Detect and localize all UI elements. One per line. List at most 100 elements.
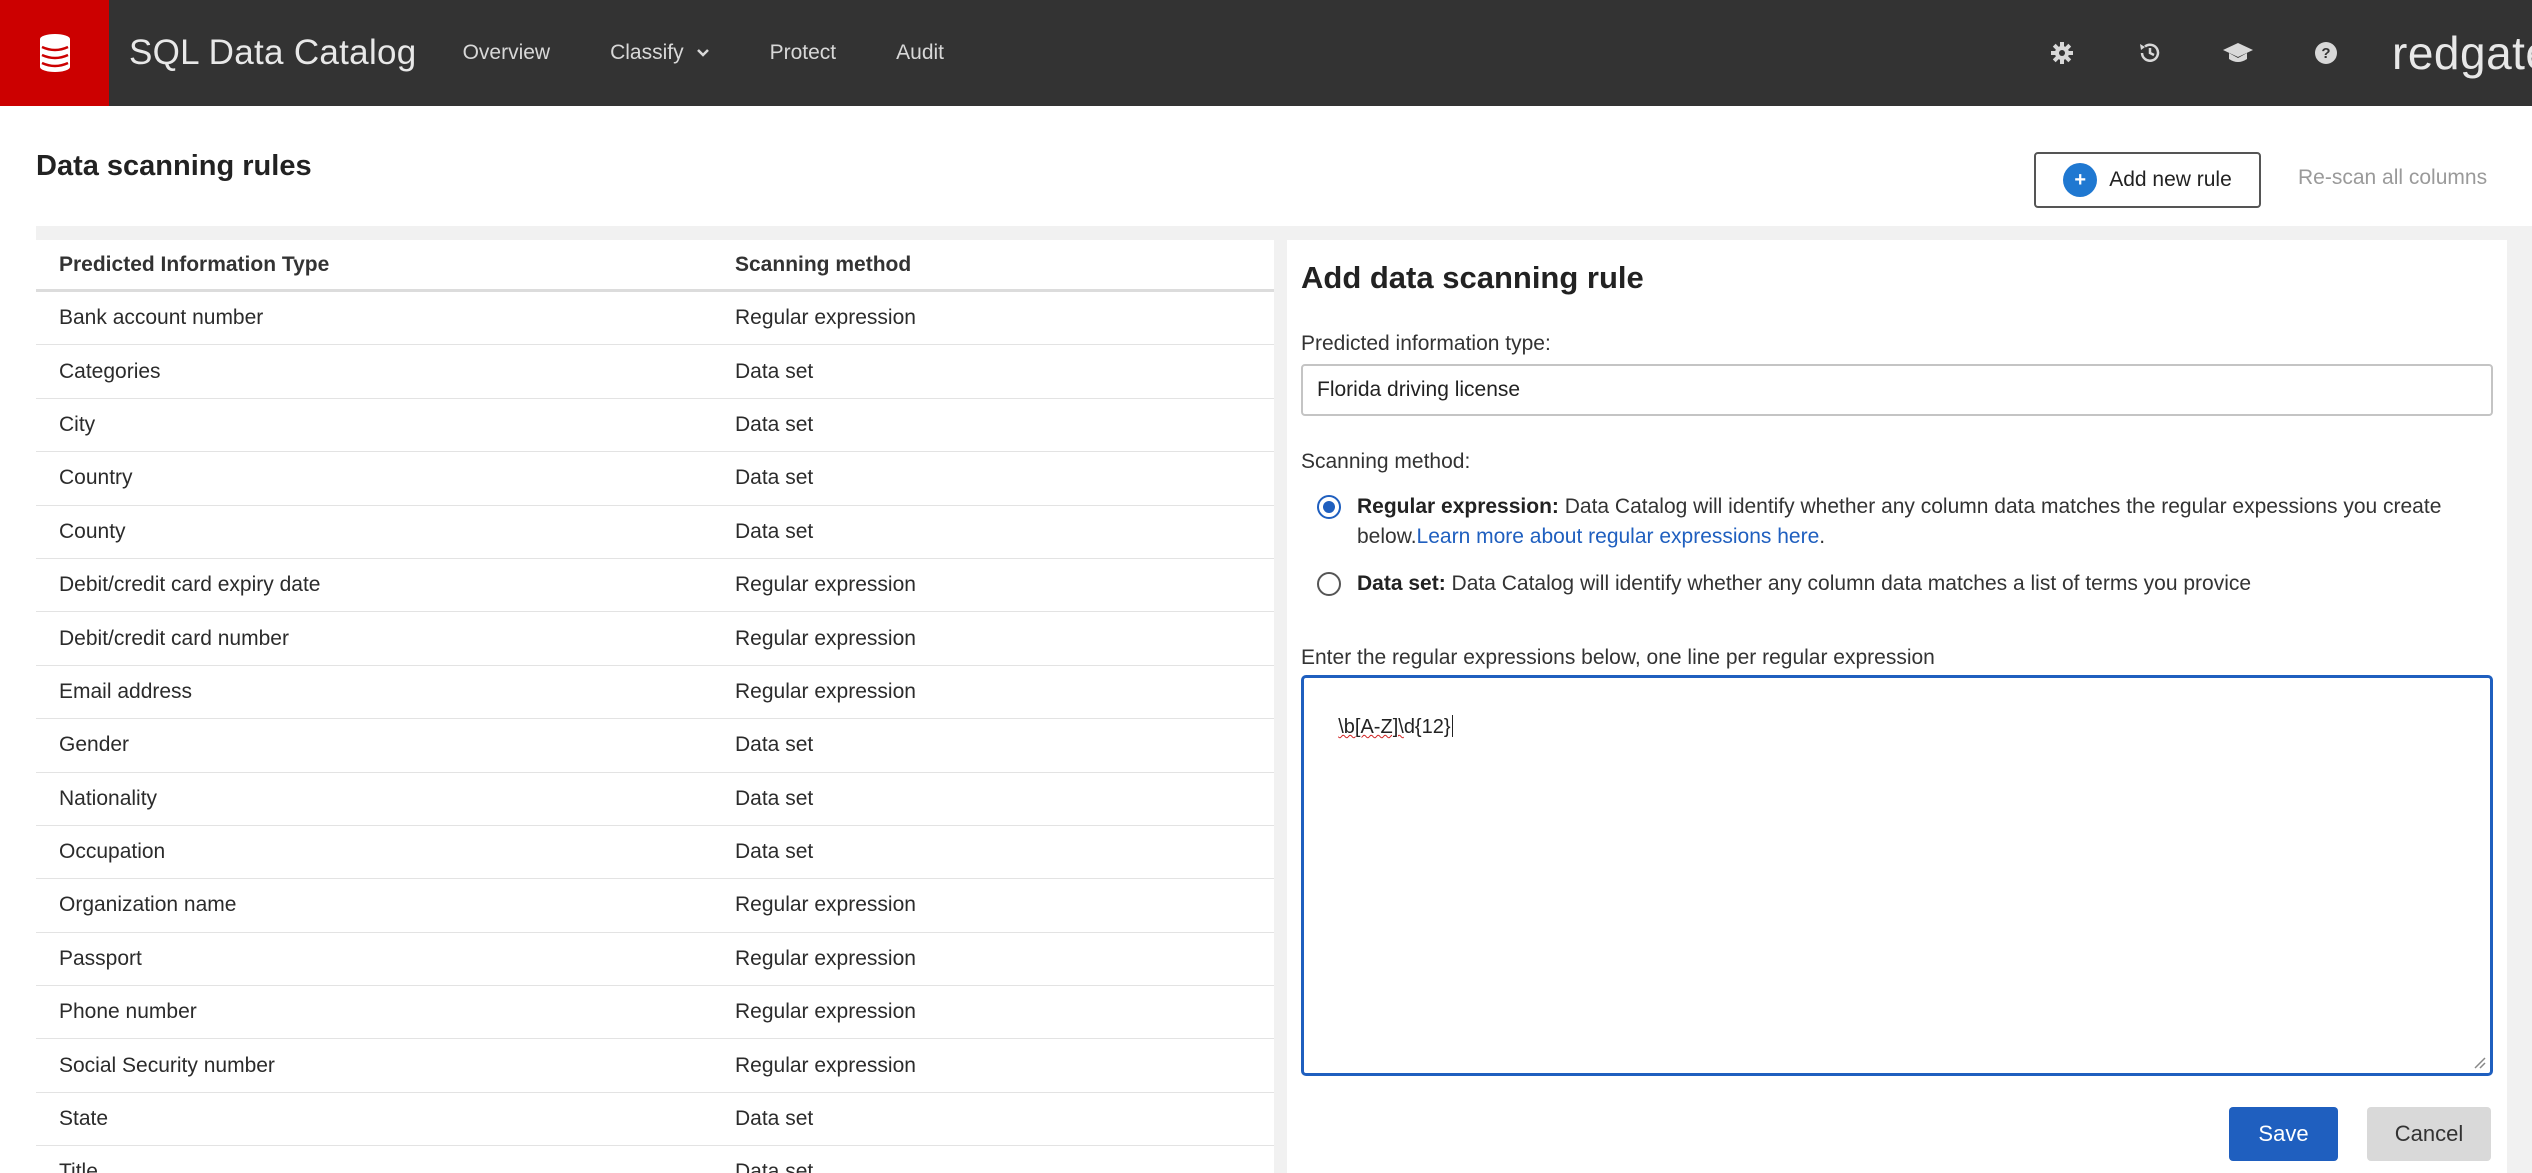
row-scanning-method: Data set bbox=[735, 519, 814, 543]
rules-table: Predicted Information Type Scanning meth… bbox=[36, 240, 1274, 1173]
table-row[interactable]: Nationality Data set bbox=[36, 773, 1274, 826]
row-scanning-method: Data set bbox=[735, 840, 814, 864]
row-information-type: Debit/credit card number bbox=[59, 626, 289, 650]
table-row[interactable]: Debit/credit card expiry date Regular exp… bbox=[36, 559, 1274, 613]
svg-text:?: ? bbox=[2321, 45, 2330, 62]
learning-button[interactable] bbox=[2194, 0, 2282, 106]
row-scanning-method: Data set bbox=[735, 466, 814, 490]
row-information-type: City bbox=[59, 412, 96, 436]
table-row[interactable]: Phone number Regular expression bbox=[36, 986, 1274, 1040]
row-information-type: Social Security number bbox=[59, 1053, 275, 1077]
regex-help-link[interactable]: Learn more about regular expressions her… bbox=[1417, 525, 1820, 548]
regex-text-misspelled: \b[A-Z]\ bbox=[1338, 716, 1404, 738]
dataset-option[interactable]: Data set: Data Catalog will identify whe… bbox=[1317, 569, 2477, 599]
row-information-type: Passport bbox=[59, 946, 142, 970]
table-row[interactable]: Categories Data set bbox=[36, 345, 1274, 399]
regex-link-suffix: . bbox=[1819, 525, 1826, 548]
add-new-rule-label: Add new rule bbox=[2109, 168, 2232, 191]
table-row[interactable]: County Data set bbox=[36, 506, 1274, 559]
regex-input-label: Enter the regular expressions below, one… bbox=[1301, 646, 1935, 669]
row-information-type: Categories bbox=[59, 359, 161, 383]
column-header-method[interactable]: Scanning method bbox=[732, 253, 1274, 277]
table-row[interactable]: Email address Regular expression bbox=[36, 666, 1274, 720]
table-row[interactable]: Social Security number Regular expression bbox=[36, 1039, 1274, 1093]
dataset-radio[interactable] bbox=[1317, 572, 1341, 596]
resize-grip-icon[interactable] bbox=[2470, 1053, 2486, 1069]
nav-audit-label: Audit bbox=[896, 41, 945, 64]
row-information-type: Gender bbox=[59, 733, 130, 757]
row-information-type: Title bbox=[59, 1160, 98, 1173]
table-row[interactable]: Passport Regular expression bbox=[36, 933, 1274, 987]
row-information-type: Email address bbox=[59, 679, 193, 703]
table-row[interactable]: Gender Data set bbox=[36, 719, 1274, 773]
nav-classify[interactable]: Classify bbox=[610, 41, 710, 65]
regex-textarea[interactable]: \b[A-Z]\d{12} bbox=[1301, 675, 2493, 1076]
rescan-all-columns-button[interactable]: Re-scan all columns bbox=[2298, 166, 2487, 190]
dataset-option-title: Data set: bbox=[1357, 572, 1446, 595]
top-navigation-bar: SQL Data Catalog Overview Classify Prote… bbox=[0, 0, 2532, 106]
history-button[interactable] bbox=[2106, 0, 2194, 106]
row-scanning-method: Data set bbox=[735, 786, 814, 810]
add-rule-form: Add data scanning rule Predicted informa… bbox=[1287, 240, 2507, 1173]
row-scanning-method: Regular expression bbox=[735, 626, 916, 650]
type-label: Predicted information type: bbox=[1301, 332, 1551, 355]
regex-option[interactable]: Regular expression: Data Catalog will id… bbox=[1317, 492, 2477, 552]
table-row[interactable]: Country Data set bbox=[36, 452, 1274, 506]
form-title: Add data scanning rule bbox=[1301, 260, 1644, 295]
table-row[interactable]: Bank account number Regular expression bbox=[36, 292, 1274, 346]
help-button[interactable]: ? bbox=[2282, 0, 2370, 106]
table-row[interactable]: City Data set bbox=[36, 399, 1274, 453]
table-row[interactable]: Organization name Regular expression bbox=[36, 879, 1274, 933]
nav-overview-label: Overview bbox=[462, 41, 551, 64]
cancel-button[interactable]: Cancel bbox=[2367, 1107, 2491, 1161]
app-logo[interactable] bbox=[0, 0, 109, 106]
settings-button[interactable] bbox=[2018, 0, 2106, 106]
nav-audit[interactable]: Audit bbox=[896, 41, 944, 65]
table-body: Bank account number Regular expression Cat… bbox=[36, 292, 1274, 1173]
graduation-cap-icon bbox=[2223, 43, 2253, 62]
row-scanning-method: Regular expression bbox=[735, 1000, 916, 1024]
row-information-type: Country bbox=[59, 466, 133, 490]
row-information-type: Organization name bbox=[59, 893, 237, 917]
table-row[interactable]: Title Data set bbox=[36, 1146, 1274, 1173]
row-scanning-method: Data set bbox=[735, 359, 814, 383]
history-icon bbox=[2140, 43, 2160, 62]
regex-option-text: Regular expression: Data Catalog will id… bbox=[1357, 492, 2477, 552]
text-caret bbox=[1451, 715, 1453, 737]
app-title[interactable]: SQL Data Catalog bbox=[129, 33, 417, 73]
row-scanning-method: Regular expression bbox=[735, 573, 916, 597]
row-information-type: Phone number bbox=[59, 1000, 197, 1024]
row-scanning-method: Data set bbox=[735, 1107, 814, 1131]
regex-text: d{12} bbox=[1403, 716, 1451, 738]
row-information-type: Nationality bbox=[59, 786, 158, 810]
save-button[interactable]: Save bbox=[2229, 1107, 2338, 1161]
main-nav: Overview Classify Protect Audit bbox=[463, 41, 1004, 65]
row-information-type: Debit/credit card expiry date bbox=[59, 573, 321, 597]
gear-icon bbox=[2051, 42, 2073, 64]
row-scanning-method: Regular expression bbox=[735, 679, 916, 703]
column-header-type[interactable]: Predicted Information Type bbox=[36, 253, 732, 277]
row-information-type: County bbox=[59, 519, 126, 543]
nav-overview[interactable]: Overview bbox=[463, 41, 551, 65]
redgate-logo[interactable]: redgate bbox=[2392, 26, 2532, 80]
database-icon bbox=[39, 34, 70, 72]
row-scanning-method: Regular expression bbox=[735, 893, 916, 917]
table-header: Predicted Information Type Scanning meth… bbox=[36, 240, 1274, 292]
row-scanning-method: Regular expression bbox=[735, 306, 916, 330]
row-scanning-method: Data set bbox=[735, 412, 814, 436]
add-new-rule-button[interactable]: + Add new rule bbox=[2034, 152, 2261, 208]
table-row[interactable]: Debit/credit card number Regular expressi… bbox=[36, 612, 1274, 666]
nav-protect[interactable]: Protect bbox=[770, 41, 837, 65]
row-information-type: State bbox=[59, 1107, 109, 1131]
nav-protect-label: Protect bbox=[769, 41, 837, 64]
regex-option-title: Regular expression: bbox=[1357, 495, 1559, 518]
table-row[interactable]: State Data set bbox=[36, 1093, 1274, 1147]
predicted-type-input[interactable] bbox=[1301, 364, 2493, 416]
row-scanning-method: Data set bbox=[735, 733, 814, 757]
dataset-option-description: Data Catalog will identify whether any c… bbox=[1445, 572, 2252, 595]
regex-radio[interactable] bbox=[1317, 495, 1341, 519]
plus-icon: + bbox=[2063, 163, 2098, 197]
row-information-type: Occupation bbox=[59, 840, 166, 864]
row-scanning-method: Regular expression bbox=[735, 1053, 916, 1077]
table-row[interactable]: Occupation Data set bbox=[36, 826, 1274, 880]
